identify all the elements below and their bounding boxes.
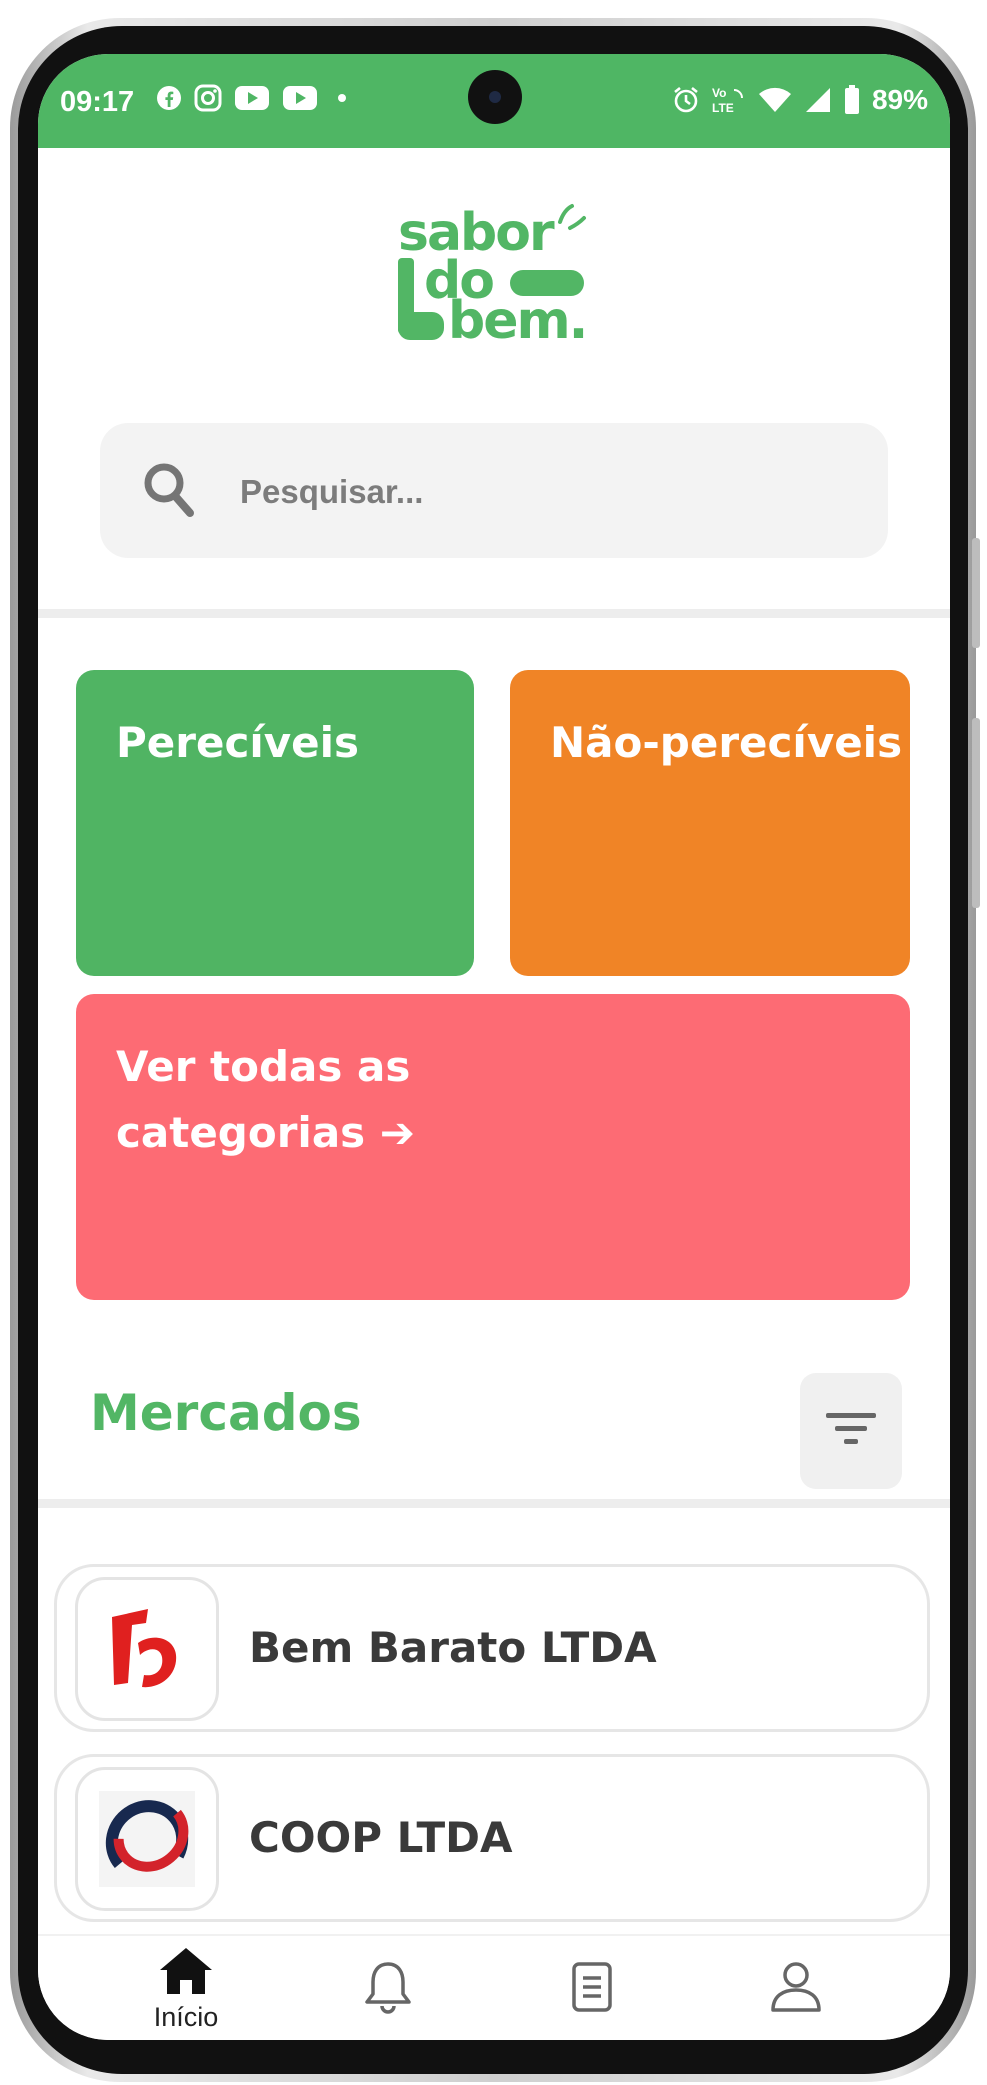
divider bbox=[38, 609, 950, 618]
instagram-icon bbox=[194, 84, 222, 112]
category-nao-pereciveis-card[interactable]: Não-perecíveis bbox=[510, 670, 910, 976]
filter-button[interactable] bbox=[800, 1373, 902, 1489]
filter-icon bbox=[824, 1409, 878, 1453]
nav-notifications[interactable] bbox=[328, 1960, 448, 2018]
dot-icon bbox=[330, 86, 354, 110]
youtube-icon bbox=[282, 85, 318, 111]
phone-frame: 09:17 Vo LTE 89% sabor do bem. Pesquisar… bbox=[10, 18, 980, 2082]
nav-profile[interactable] bbox=[736, 1960, 856, 2018]
app-screen: 09:17 Vo LTE 89% sabor do bem. Pesquisar… bbox=[38, 54, 950, 2040]
all-categories-line1: Ver todas as bbox=[116, 1042, 411, 1091]
bell-icon bbox=[363, 1960, 413, 2018]
svg-text:Vo: Vo bbox=[712, 86, 726, 100]
market-item-coop[interactable]: COOP LTDA bbox=[54, 1754, 930, 1922]
market-item-bem-barato[interactable]: Bem Barato LTDA bbox=[54, 1564, 930, 1732]
user-icon bbox=[769, 1960, 823, 2018]
all-categories-card[interactable]: Ver todas as categorias ➔ bbox=[76, 994, 910, 1300]
search-bar[interactable] bbox=[100, 423, 888, 558]
arrow-right-icon: ➔ bbox=[379, 1108, 415, 1157]
facebook-icon bbox=[156, 85, 182, 111]
all-categories-line2: categorias bbox=[116, 1108, 366, 1157]
home-icon bbox=[158, 1946, 214, 2000]
all-categories-label: Ver todas as categorias ➔ bbox=[116, 1034, 536, 1166]
wifi-icon bbox=[758, 86, 792, 114]
markets-section-title: Mercados bbox=[90, 1384, 362, 1442]
svg-text:LTE: LTE bbox=[712, 101, 734, 115]
status-bar: 09:17 Vo LTE 89% bbox=[38, 54, 950, 148]
category-pereciveis-label: Perecíveis bbox=[116, 718, 360, 767]
front-camera bbox=[468, 70, 522, 124]
market-name: COOP LTDA bbox=[249, 1813, 513, 1862]
volume-button bbox=[972, 538, 980, 648]
search-icon[interactable] bbox=[142, 461, 196, 525]
category-nao-pereciveis-label: Não-perecíveis bbox=[550, 718, 903, 767]
volte-icon: Vo LTE bbox=[712, 85, 746, 115]
youtube-icon bbox=[234, 85, 270, 111]
nav-home[interactable]: Início bbox=[126, 1946, 246, 2033]
signal-icon bbox=[804, 86, 832, 114]
svg-text:bem.: bem. bbox=[448, 291, 586, 351]
search-input[interactable] bbox=[238, 461, 842, 523]
document-icon bbox=[570, 1960, 614, 2018]
bottom-navigation: Início bbox=[38, 1934, 950, 2040]
bem-barato-logo bbox=[75, 1577, 219, 1721]
battery-percent: 89% bbox=[871, 84, 928, 115]
category-pereciveis-card[interactable]: Perecíveis bbox=[76, 670, 474, 976]
battery-icon bbox=[844, 85, 860, 115]
coop-logo bbox=[75, 1767, 219, 1911]
market-name: Bem Barato LTDA bbox=[249, 1623, 657, 1672]
power-button bbox=[972, 718, 980, 908]
alarm-icon bbox=[672, 86, 700, 114]
divider bbox=[38, 1499, 950, 1508]
nav-home-label: Início bbox=[153, 2002, 219, 2032]
nav-orders[interactable] bbox=[532, 1960, 652, 2018]
sabor-do-bem-logo: sabor do bem. bbox=[398, 202, 594, 356]
status-time: 09:17 bbox=[60, 86, 135, 118]
